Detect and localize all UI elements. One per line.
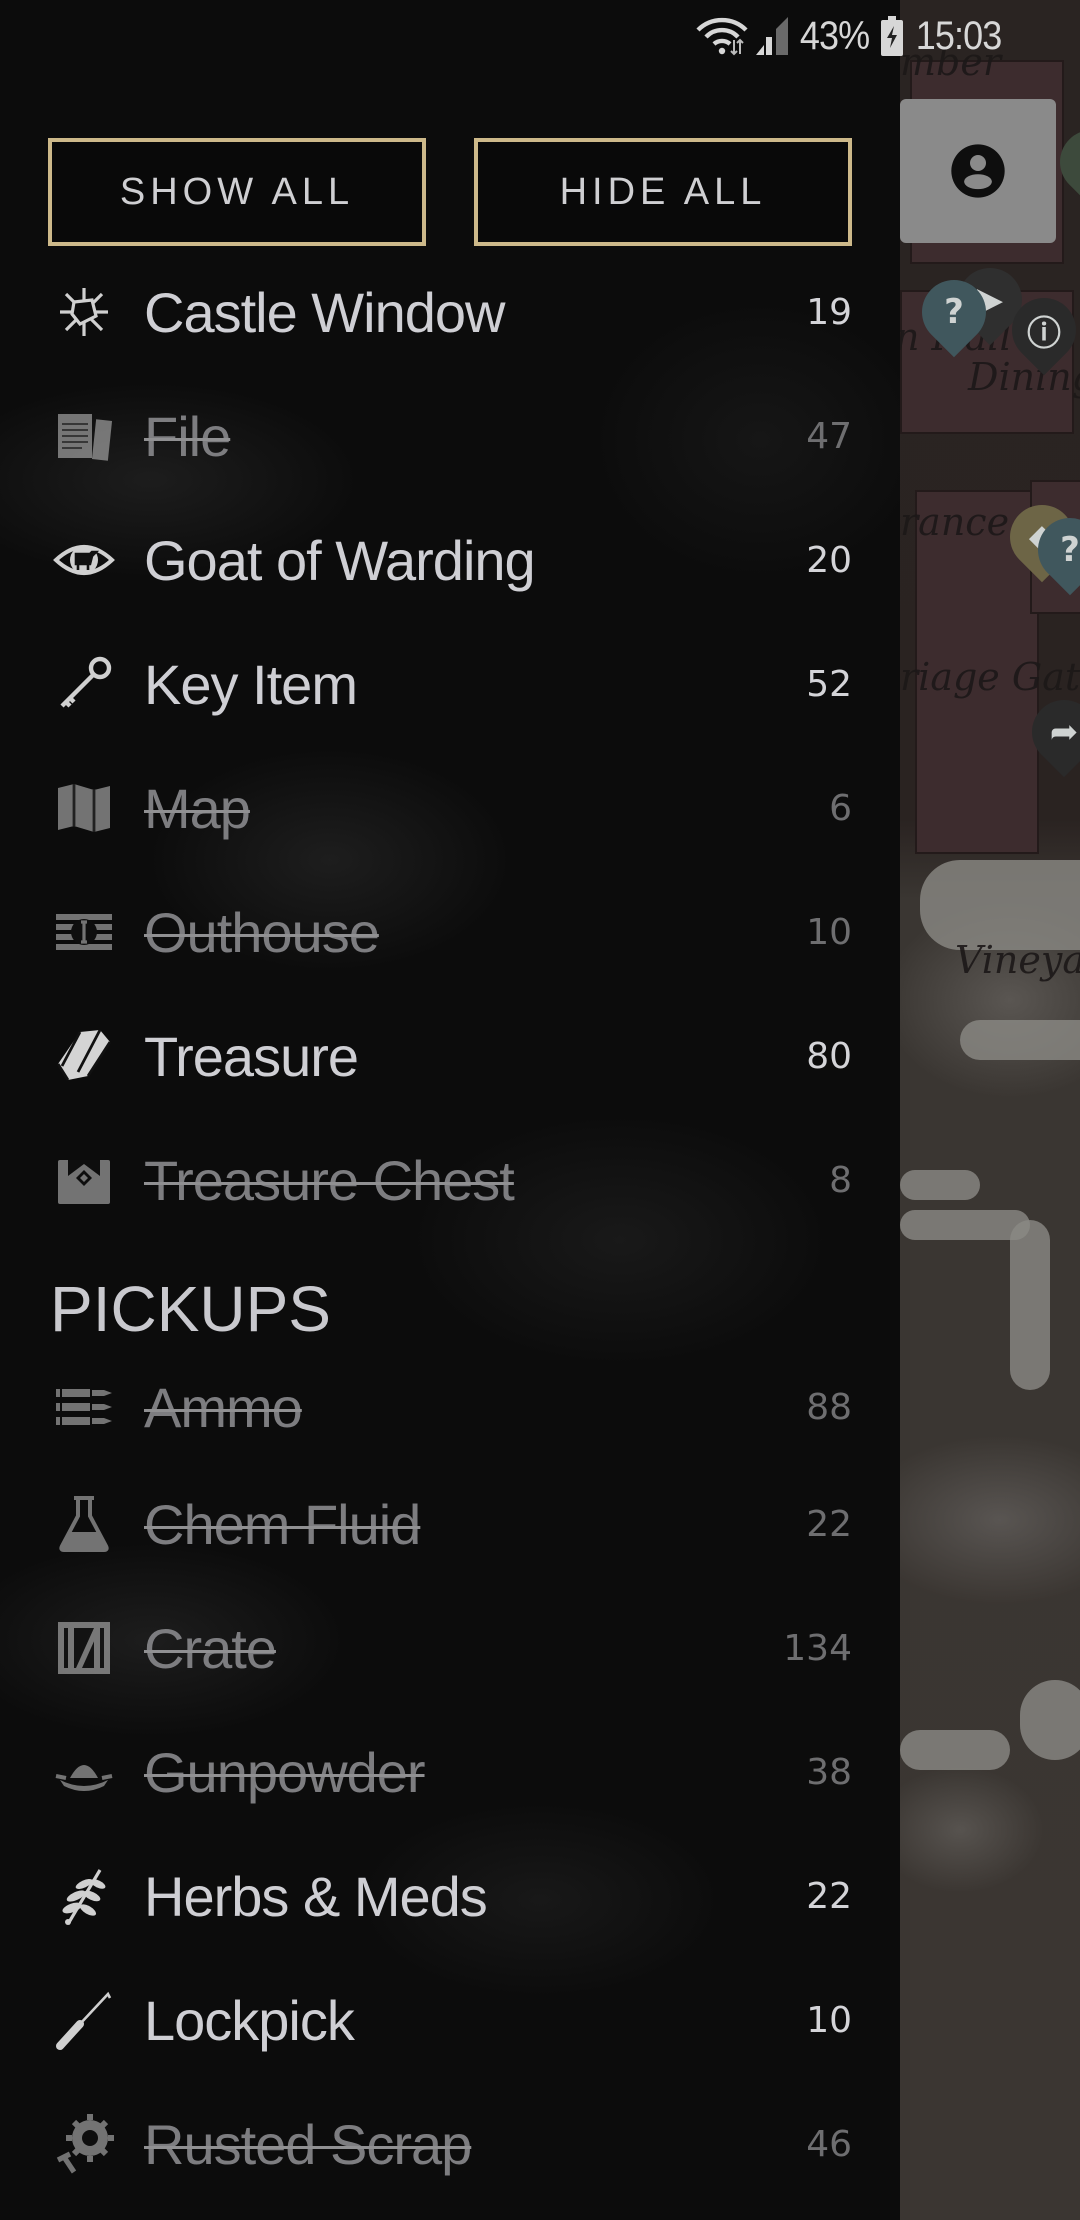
filter-item-count: 10: [806, 1999, 852, 2041]
gear-scrap-icon: [52, 2112, 116, 2176]
filter-item-lockpick[interactable]: Lockpick 10: [0, 1958, 900, 2082]
clock: 15:03: [915, 13, 1002, 58]
account-circle-icon: [951, 144, 1005, 198]
crate-icon: [52, 1616, 116, 1680]
signal-icon: [755, 17, 788, 55]
map-path: [900, 1730, 1010, 1770]
filter-item-count: 22: [806, 1875, 852, 1917]
filter-list: Castle Window 19 File 47 Goat of Warding 20 Ke…: [0, 250, 900, 2206]
map-path: [1020, 1680, 1080, 1760]
filter-item-count: 47: [806, 415, 852, 457]
filter-item-castle-window[interactable]: Castle Window 19: [0, 250, 900, 374]
wifi-icon: [696, 16, 748, 56]
filter-item-label: Outhouse: [144, 900, 380, 964]
filter-drawer: SHOW ALL HIDE ALL Castle Window 19 File 47 G…: [0, 0, 900, 2220]
ammo-icon: [52, 1375, 116, 1439]
filter-item-label: Crate: [144, 1616, 277, 1680]
map-label: Vineya: [955, 938, 1080, 982]
filter-item-gunpowder[interactable]: Gunpowder 38: [0, 1710, 900, 1834]
filter-item-count: 20: [806, 539, 852, 581]
filter-item-count: 10: [806, 911, 852, 953]
map-label: riage Gat: [900, 655, 1080, 699]
map-path: [920, 860, 1080, 950]
herb-icon: [52, 1864, 116, 1928]
filter-item-chem-fluid[interactable]: Chem Fluid 22: [0, 1462, 900, 1586]
map-path: [960, 1020, 1080, 1060]
battery-charging-icon: [880, 16, 903, 56]
filter-item-outhouse[interactable]: Outhouse 10: [0, 870, 900, 994]
filter-item-count: 80: [806, 1035, 852, 1077]
map-path: [900, 1170, 980, 1200]
map-label: rance: [900, 500, 1010, 544]
filter-item-label: Lockpick: [144, 1988, 355, 2052]
outhouse-icon: [52, 900, 116, 964]
filter-item-count: 46: [806, 2123, 852, 2165]
filter-item-label: Treasure: [144, 1024, 359, 1088]
key-icon: [52, 652, 116, 716]
filter-item-count: 88: [806, 1386, 852, 1428]
filter-item-goat-of-warding[interactable]: Goat of Warding 20: [0, 498, 900, 622]
broken-window-icon: [52, 280, 116, 344]
filter-item-treasure[interactable]: Treasure 80: [0, 994, 900, 1118]
filter-item-label: Gunpowder: [144, 1740, 426, 1804]
hide-all-button[interactable]: HIDE ALL: [474, 138, 852, 246]
filter-item-rusted-scrap[interactable]: Rusted Scrap 46: [0, 2082, 900, 2206]
filter-item-label: Key Item: [144, 652, 358, 716]
filter-item-file[interactable]: File 47: [0, 374, 900, 498]
filter-item-label: Chem Fluid: [144, 1492, 421, 1556]
lockpick-icon: [52, 1988, 116, 2052]
filter-item-label: Castle Window: [144, 280, 505, 344]
filter-item-label: Rusted Scrap: [144, 2112, 472, 2176]
filter-item-count: 52: [806, 663, 852, 705]
filter-item-crate[interactable]: Crate 134: [0, 1586, 900, 1710]
gunpowder-icon: [52, 1740, 116, 1804]
section-header-pickups: PICKUPS: [50, 1273, 331, 1345]
filter-item-label: Ammo: [144, 1375, 303, 1439]
map-path: [1010, 1220, 1050, 1390]
goat-eye-icon: [52, 528, 116, 592]
show-all-button[interactable]: SHOW ALL: [48, 138, 426, 246]
file-documents-icon: [52, 404, 116, 468]
filter-item-key-item[interactable]: Key Item 52: [0, 622, 900, 746]
profile-button[interactable]: [900, 99, 1056, 243]
filter-item-label: File: [144, 404, 231, 468]
map-icon: [52, 776, 116, 840]
filter-item-count: 38: [806, 1751, 852, 1793]
battery-percent: 43%: [799, 13, 870, 58]
filter-item-count: 6: [829, 787, 852, 829]
flask-icon: [52, 1492, 116, 1556]
filter-item-count: 134: [783, 1627, 852, 1669]
filter-item-herbs-meds[interactable]: Herbs & Meds 22: [0, 1834, 900, 1958]
filter-item-count: 19: [806, 291, 852, 333]
filter-item-count: 8: [829, 1159, 852, 1201]
gem-icon: [52, 1024, 116, 1088]
status-bar: 43% 15:03: [0, 0, 1080, 72]
filter-item-ammo[interactable]: Ammo 88: [0, 1352, 900, 1462]
filter-item-treasure-chest[interactable]: Treasure Chest 8: [0, 1118, 900, 1242]
filter-item-map[interactable]: Map 6: [0, 746, 900, 870]
treasure-chest-icon: [52, 1148, 116, 1212]
filter-item-label: Map: [144, 776, 251, 840]
filter-item-label: Goat of Warding: [144, 528, 536, 592]
toggle-all-buttons: SHOW ALL HIDE ALL: [48, 138, 852, 246]
map-pin-unknown[interactable]: ?: [908, 266, 1000, 358]
filter-item-label: Herbs & Meds: [144, 1864, 488, 1928]
filter-item-label: Treasure Chest: [144, 1148, 515, 1212]
filter-item-count: 22: [806, 1503, 852, 1545]
